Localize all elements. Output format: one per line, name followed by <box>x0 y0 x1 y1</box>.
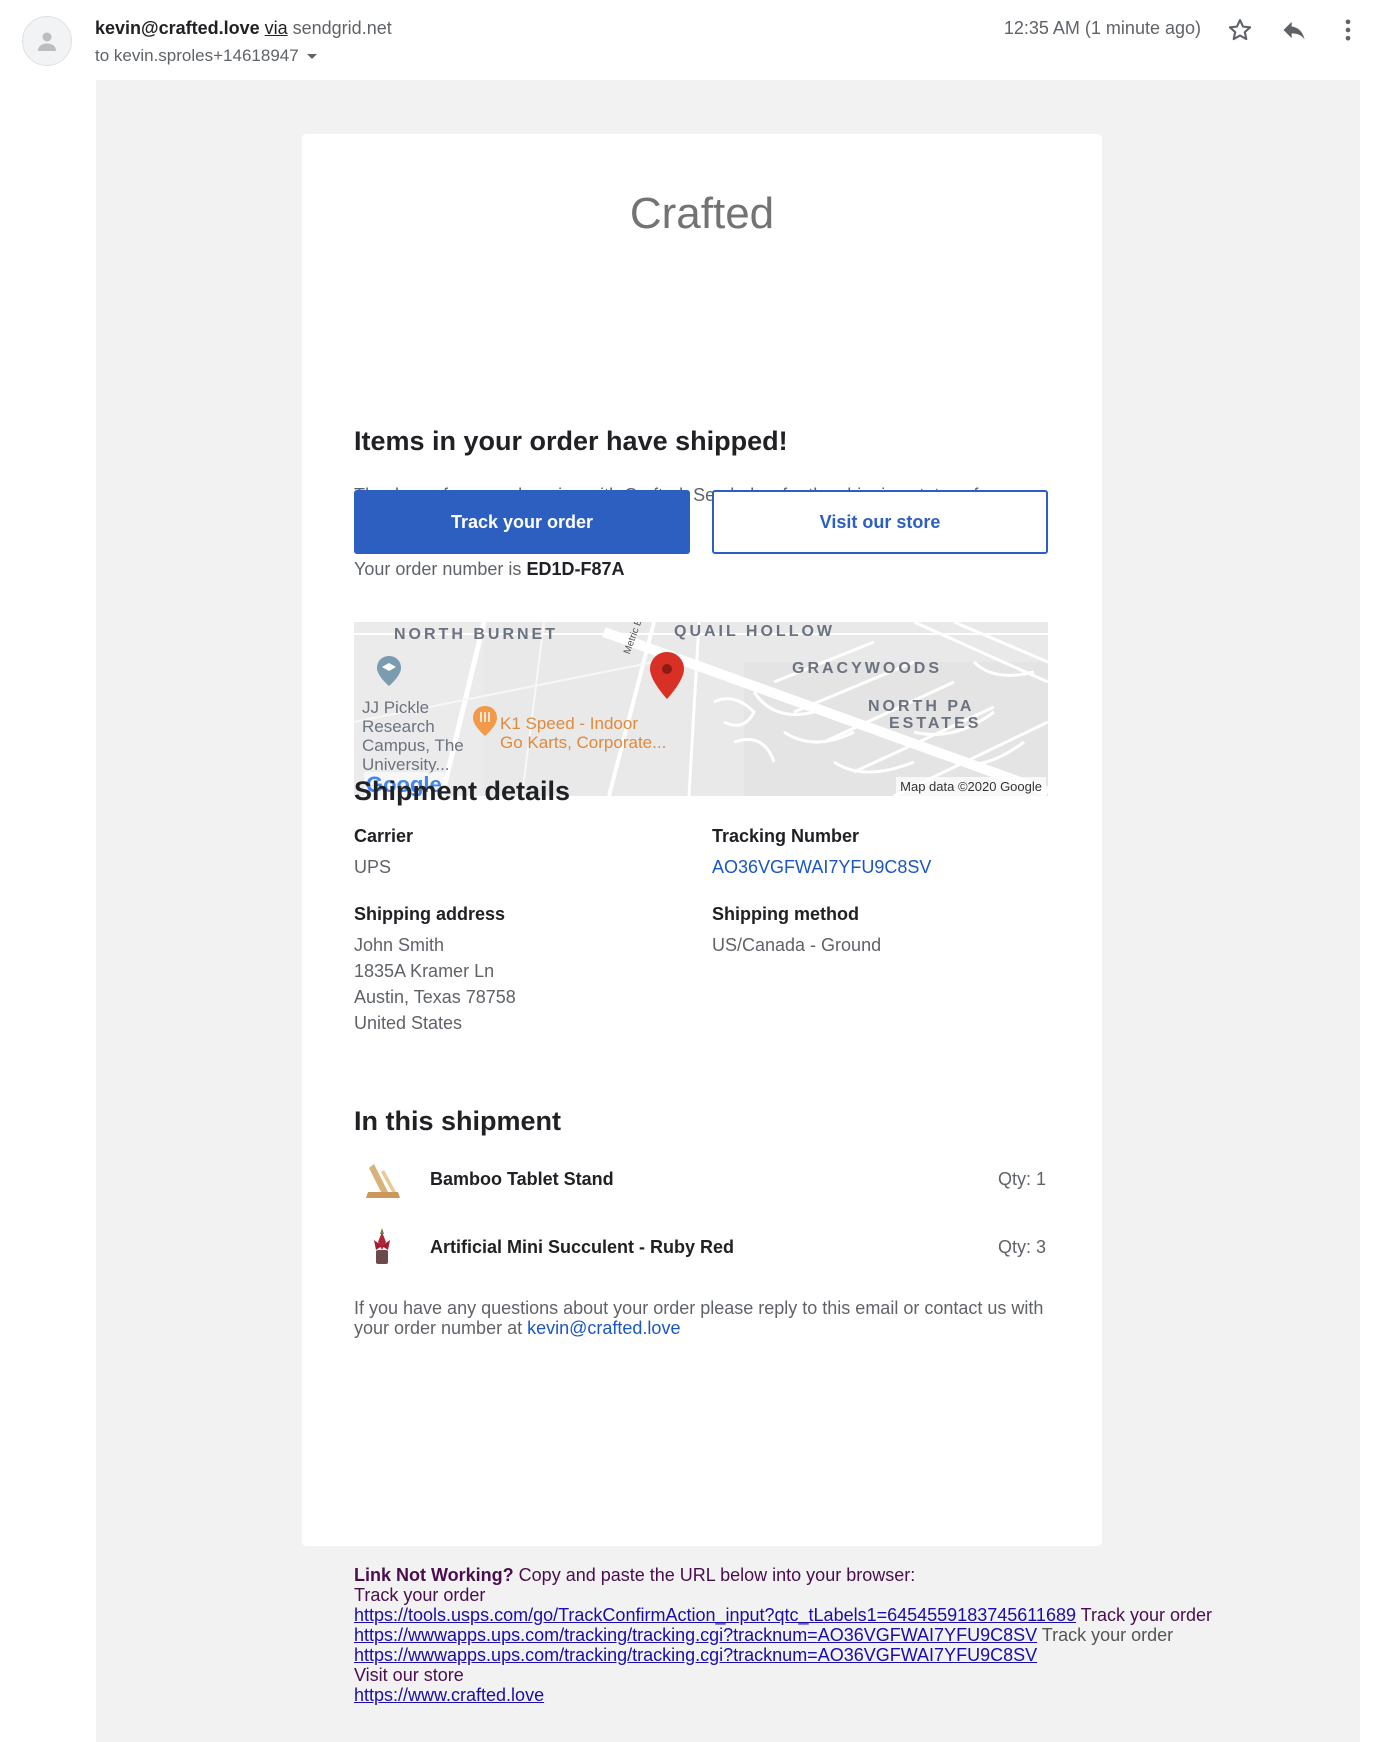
footer-instruction: Copy and paste the URL below into your b… <box>518 1565 916 1585</box>
footer-link-row: https://wwwapps.ups.com/tracking/trackin… <box>354 1645 1212 1665</box>
footer-track-label: Track your order <box>354 1585 486 1605</box>
shipment-heading: Shipment details <box>354 776 571 806</box>
poi-line: Research <box>362 717 435 736</box>
carrier-value: UPS <box>354 857 392 877</box>
ups-track-link[interactable]: https://wwwapps.ups.com/tracking/trackin… <box>354 1625 1037 1645</box>
via-link[interactable]: via <box>265 18 288 38</box>
map-label-north-pa: NORTH PA <box>868 698 975 715</box>
items-heading: In this shipment <box>354 1106 562 1136</box>
address-line: John Smith <box>354 935 445 955</box>
more-vert-icon[interactable] <box>1334 16 1362 44</box>
map-poi-k1-speed: K1 Speed - Indoor Go Karts, Corporate... <box>500 714 666 752</box>
questions-text: If you have any questions about your ord… <box>354 1298 1044 1338</box>
sender-avatar[interactable] <box>22 16 72 66</box>
map-label-quail-hollow: QUAIL HOLLOW <box>674 623 836 640</box>
tracking-label: Tracking Number <box>712 826 860 846</box>
map-poi-jj-pickle: JJ Pickle Research Campus, The Universit… <box>362 698 464 774</box>
from-line: kevin@crafted.love via sendgrid.net <box>95 17 392 39</box>
succulent-image <box>374 1228 390 1264</box>
caret-down-icon[interactable] <box>306 54 317 60</box>
store-link[interactable]: https://www.crafted.love <box>354 1685 544 1705</box>
contact-email-link[interactable]: kevin@crafted.love <box>527 1318 680 1338</box>
poi-line: JJ Pickle <box>362 698 430 717</box>
carrier-label: Carrier <box>354 826 414 846</box>
map-image[interactable]: NORTH BURNET QUAIL HOLLOW GRACYWOODS NOR… <box>354 622 1048 796</box>
poi-line: Go Karts, Corporate... <box>500 733 667 752</box>
card-body: Track your order Visit our store NORTH B… <box>354 134 1054 1534</box>
poi-line: Campus, The <box>362 736 464 755</box>
map-label-estates: ESTATES <box>889 715 982 732</box>
address-label: Shipping address <box>354 904 506 924</box>
person-icon <box>38 32 56 51</box>
reply-icon[interactable] <box>1280 16 1308 44</box>
ups-track-link-2[interactable]: https://wwwapps.ups.com/tracking/trackin… <box>354 1645 1037 1665</box>
timestamp: 12:35 AM (1 minute ago) <box>1003 18 1201 38</box>
footer-link-row: https://wwwapps.ups.com/tracking/trackin… <box>354 1625 1212 1645</box>
address-line: 1835A Kramer Ln <box>354 961 495 981</box>
questions-paragraph: If you have any questions about your ord… <box>354 1298 1050 1338</box>
bamboo-stand-image <box>366 1164 400 1198</box>
shipping-address: John Smith 1835A Kramer Ln Austin, Texas… <box>354 932 516 1036</box>
link-fallback-section: Link Not Working? Copy and paste the URL… <box>354 1565 1212 1705</box>
footer-link-row: https://www.crafted.love <box>354 1685 1212 1705</box>
map-label-gracywoods: GRACYWOODS <box>792 660 942 677</box>
poi-line: K1 Speed - Indoor <box>500 714 638 733</box>
footer-link-row: https://tools.usps.com/go/TrackConfirmAc… <box>354 1605 1212 1625</box>
footer-title: Link Not Working? <box>354 1565 514 1585</box>
visit-store-button[interactable]: Visit our store <box>712 490 1048 554</box>
list-item: Artificial Mini Succulent - Ruby Red Qty… <box>354 1222 1048 1272</box>
recipient-text: to kevin.sproles+14618947 <box>95 46 299 65</box>
star-icon[interactable] <box>1226 16 1254 44</box>
relay-domain: sendgrid.net <box>292 18 392 38</box>
item-qty: Qty: 1 <box>997 1169 1046 1189</box>
item-qty: Qty: 3 <box>997 1237 1046 1257</box>
list-item: Bamboo Tablet Stand Qty: 1 <box>354 1154 1048 1204</box>
sender-email[interactable]: kevin@crafted.love <box>95 18 260 38</box>
usps-track-link[interactable]: https://tools.usps.com/go/TrackConfirmAc… <box>354 1605 1076 1625</box>
address-line: Austin, Texas 78758 <box>354 987 516 1007</box>
footer-after-text: Track your order <box>1080 1605 1213 1625</box>
item-name: Bamboo Tablet Stand <box>430 1169 614 1189</box>
item-name: Artificial Mini Succulent - Ruby Red <box>430 1237 735 1257</box>
tracking-number-link[interactable]: AO36VGFWAI7YFU9C8SV <box>712 854 931 880</box>
recipient-line[interactable]: to kevin.sproles+14618947 <box>95 45 317 67</box>
method-value: US/Canada - Ground <box>712 935 882 955</box>
map-attribution: Map data ©2020 Google <box>896 777 1046 796</box>
footer-intro: Link Not Working? Copy and paste the URL… <box>354 1565 1212 1585</box>
address-line: United States <box>354 1013 463 1033</box>
map-label-north-burnet: NORTH BURNET <box>394 626 558 643</box>
method-label: Shipping method <box>712 904 859 924</box>
footer-store-label: Visit our store <box>354 1665 464 1685</box>
footer-after-text: Track your order <box>1041 1625 1174 1645</box>
track-order-button[interactable]: Track your order <box>354 490 690 554</box>
